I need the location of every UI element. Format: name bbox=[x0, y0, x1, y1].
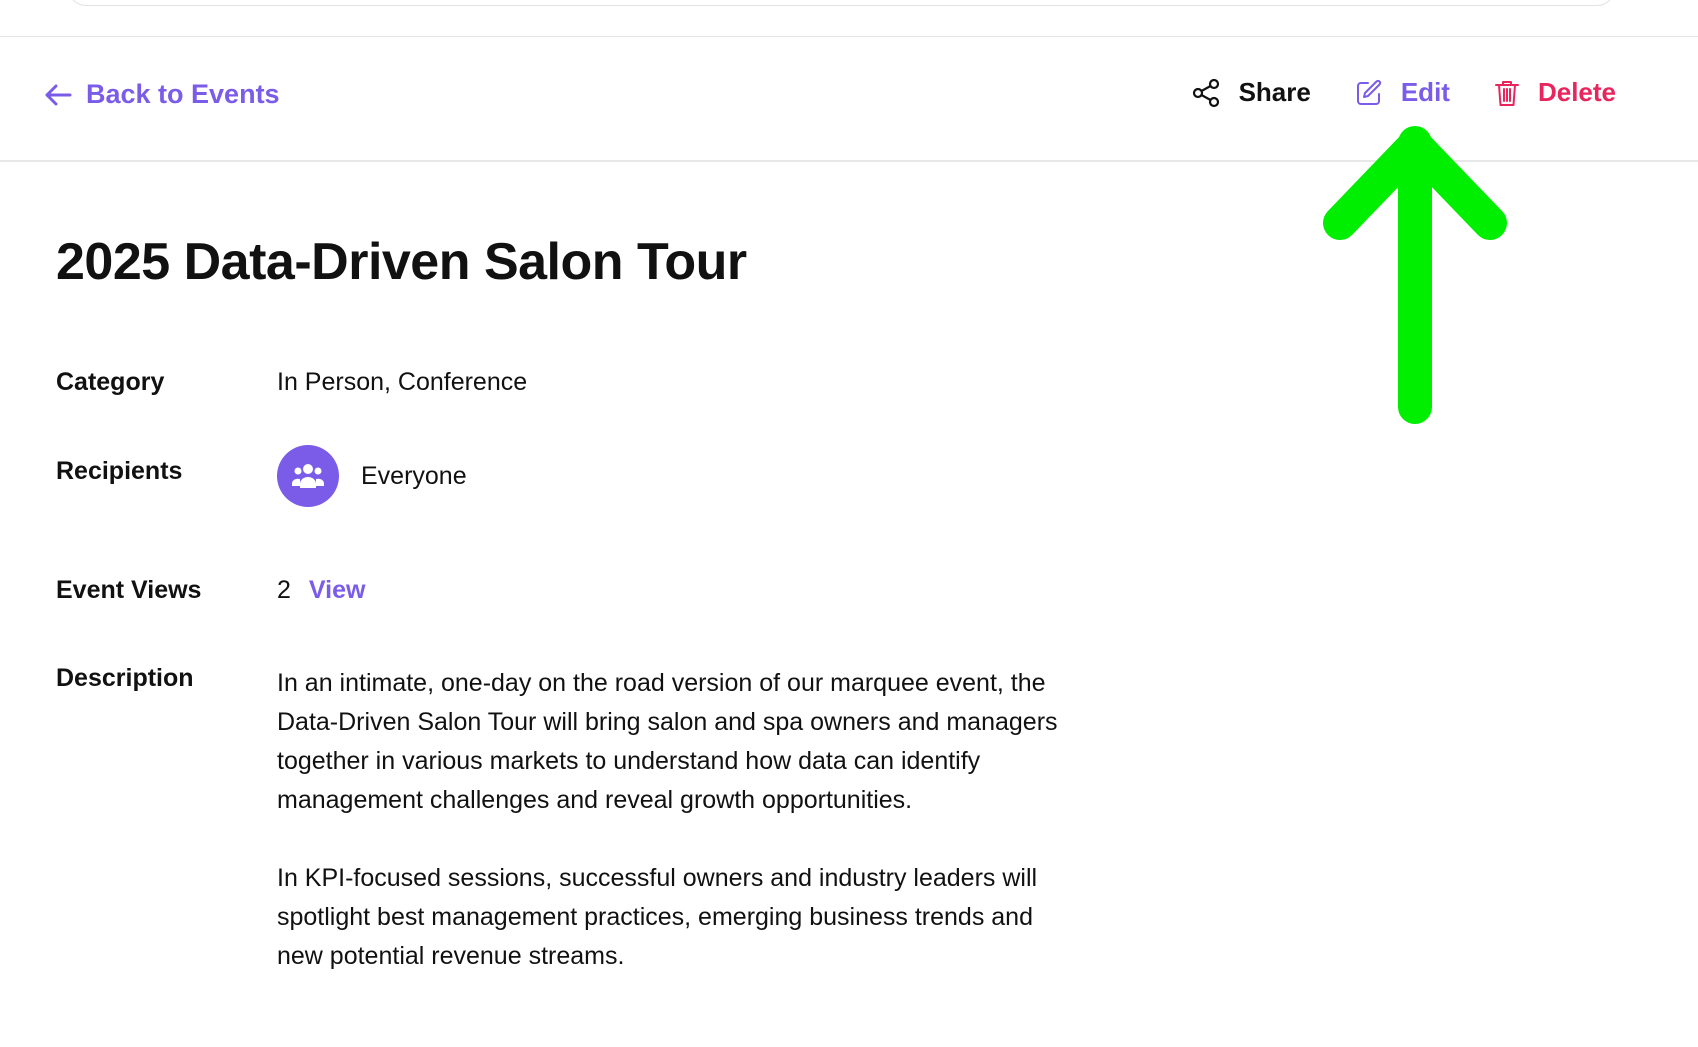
trash-icon bbox=[1494, 80, 1519, 106]
event-details: 2025 Data-Driven Salon Tour Category In … bbox=[56, 232, 1156, 970]
category-label: Category bbox=[56, 368, 165, 396]
recipients-label: Recipients bbox=[56, 457, 183, 485]
edit-pencil-icon bbox=[1356, 79, 1381, 105]
view-link[interactable]: View bbox=[309, 576, 366, 605]
arrow-up-icon bbox=[1323, 126, 1507, 424]
event-views-value: 2 View bbox=[277, 576, 365, 605]
description-paragraph: In an intimate, one-day on the road vers… bbox=[277, 669, 1058, 814]
page-title: 2025 Data-Driven Salon Tour bbox=[56, 233, 747, 291]
top-search-strip bbox=[0, 0, 1698, 37]
edit-label: Edit bbox=[1400, 77, 1450, 107]
edit-button[interactable]: Edit bbox=[1355, 77, 1450, 108]
description-text: In an intimate, one-day on the road vers… bbox=[277, 664, 1077, 1015]
search-bar[interactable] bbox=[68, 0, 1615, 6]
back-link-label: Back to Events bbox=[86, 79, 280, 109]
category-value: In Person, Conference bbox=[277, 368, 528, 396]
description-paragraph: In KPI-focused sessions, successful owne… bbox=[277, 864, 1038, 970]
arrow-left-icon bbox=[45, 84, 72, 105]
avatar bbox=[277, 445, 339, 507]
recipients-value: Everyone bbox=[361, 461, 467, 490]
share-button[interactable]: Share bbox=[1191, 77, 1311, 108]
description-label: Description bbox=[56, 664, 194, 692]
recipient-item: Everyone bbox=[277, 445, 467, 507]
event-views-label: Event Views bbox=[56, 576, 202, 604]
share-icon bbox=[1192, 78, 1219, 107]
back-to-events-link[interactable]: Back to Events bbox=[44, 79, 280, 110]
share-label: Share bbox=[1238, 77, 1311, 107]
delete-label: Delete bbox=[1537, 77, 1616, 107]
group-users-icon bbox=[292, 464, 324, 488]
event-views-count: 2 bbox=[277, 576, 291, 604]
delete-button[interactable]: Delete bbox=[1494, 77, 1616, 108]
event-actions: Share Edit Delete bbox=[1191, 77, 1616, 108]
